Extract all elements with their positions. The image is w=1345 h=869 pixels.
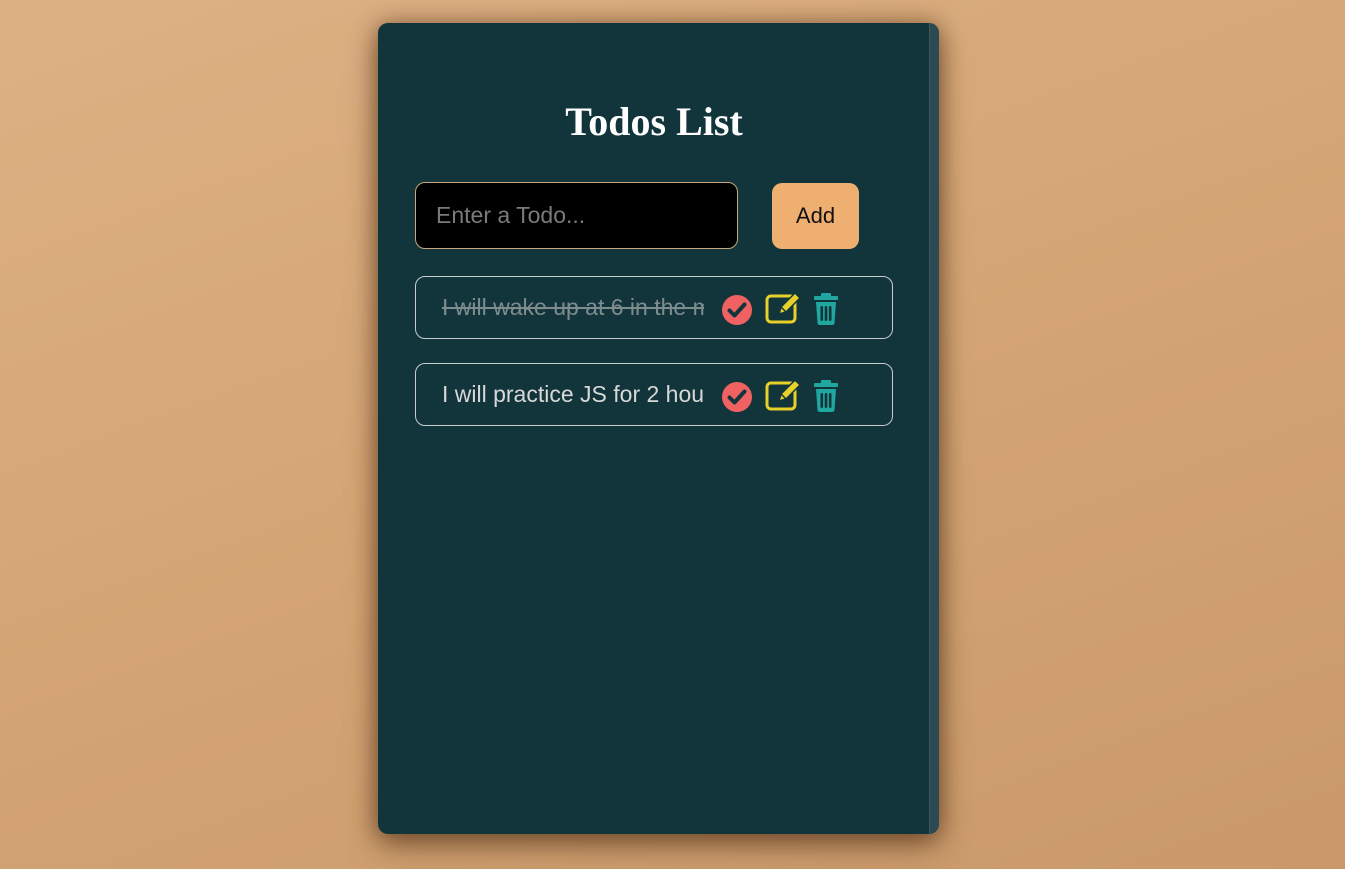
edit-icon[interactable] <box>765 377 801 413</box>
edit-icon[interactable] <box>765 290 801 326</box>
todo-text: I will practice JS for 2 hours <box>442 381 704 407</box>
todo-item: I will wake up at 6 in the morning <box>415 276 893 339</box>
todo-card: Todos List Add I will wake up at 6 in th… <box>378 23 939 834</box>
todo-item: I will practice JS for 2 hours <box>415 363 893 426</box>
check-circle-icon[interactable] <box>721 379 757 415</box>
trash-icon[interactable] <box>811 379 847 415</box>
add-button[interactable]: Add <box>772 183 859 249</box>
todo-list: I will wake up at 6 in the morning <box>415 276 893 450</box>
page-title: Todos List <box>565 99 743 144</box>
todo-text: I will wake up at 6 in the morning <box>442 294 704 320</box>
todo-input[interactable] <box>415 182 738 249</box>
trash-icon[interactable] <box>811 292 847 328</box>
scrollbar[interactable] <box>929 23 939 834</box>
check-circle-icon[interactable] <box>721 292 757 328</box>
